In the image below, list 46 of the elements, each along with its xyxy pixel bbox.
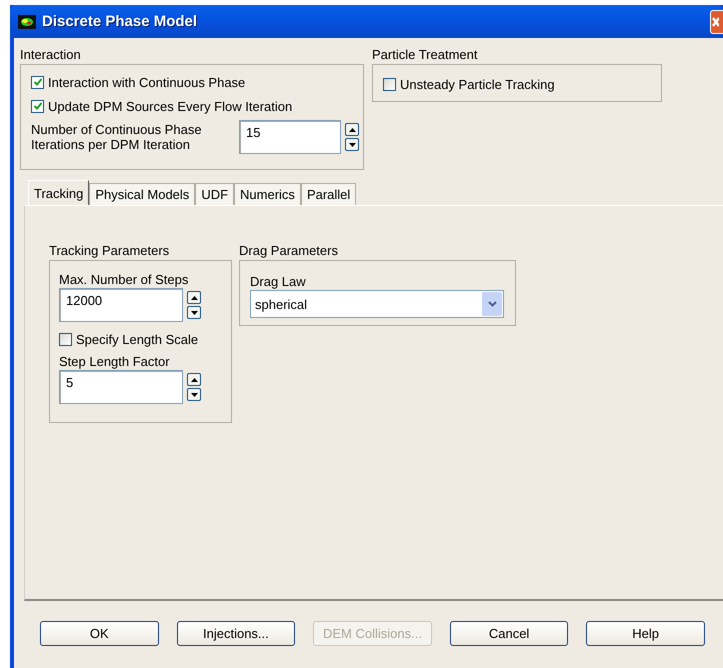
dialog-button[interactable]: Cancel [450, 621, 568, 646]
dialog-button[interactable]: OK [40, 621, 159, 646]
decrement-button[interactable] [345, 138, 359, 151]
tab[interactable]: Numerics [234, 183, 301, 205]
checkbox[interactable] [31, 100, 44, 112]
close-button[interactable] [710, 10, 723, 34]
group-label: Tracking Parameters [49, 242, 170, 260]
field-label: Drag Law [250, 273, 307, 290]
increment-button[interactable] [187, 291, 201, 304]
group-label: Particle Treatment [372, 46, 478, 64]
field-label: Number of Continuous Phase Iterations per DPM Iteration [31, 122, 203, 152]
group-label: Drag Parameters [239, 242, 339, 260]
decrement-button[interactable] [187, 306, 201, 319]
increment-button[interactable] [345, 123, 359, 136]
input-field[interactable]: 15 [239, 120, 341, 154]
checkbox[interactable] [59, 332, 72, 346]
checkbox[interactable] [383, 78, 396, 90]
tab[interactable]: UDF [195, 183, 234, 205]
close-icon [711, 16, 719, 28]
decrement-button[interactable] [187, 388, 201, 401]
input-field[interactable]: 12000 [59, 288, 183, 322]
checkbox-label: Specify Length Scale [76, 332, 198, 346]
dropdown[interactable]: spherical [250, 290, 504, 318]
checkbox-label: Interaction with Continuous Phase [48, 74, 246, 90]
tab[interactable]: Tracking [28, 180, 90, 205]
checkbox[interactable] [31, 76, 44, 88]
increment-button[interactable] [187, 373, 201, 386]
dialog-button[interactable]: Injections... [176, 621, 296, 646]
down-triangle-icon [190, 310, 198, 314]
field-label: Step Length Factor [59, 353, 171, 370]
up-triangle-icon [190, 378, 198, 382]
group-label: Interaction [20, 46, 82, 64]
checkbox-label: Unsteady Particle Tracking [400, 76, 555, 92]
up-triangle-icon [190, 296, 198, 300]
window-title: Discrete Phase Model [42, 13, 198, 30]
up-triangle-icon [348, 128, 356, 132]
dialog-button[interactable]: Help [586, 621, 705, 646]
tab[interactable]: Parallel [300, 183, 356, 205]
down-triangle-icon [348, 142, 356, 146]
field-label: Max. Number of Steps [59, 271, 190, 288]
chevron-down-icon [488, 301, 496, 307]
down-triangle-icon [190, 392, 198, 396]
app-icon [18, 14, 36, 28]
input-field[interactable]: 5 [59, 370, 183, 404]
checkbox-label: Update DPM Sources Every Flow Iteration [48, 98, 292, 114]
tab[interactable]: Physical Models [89, 183, 196, 205]
